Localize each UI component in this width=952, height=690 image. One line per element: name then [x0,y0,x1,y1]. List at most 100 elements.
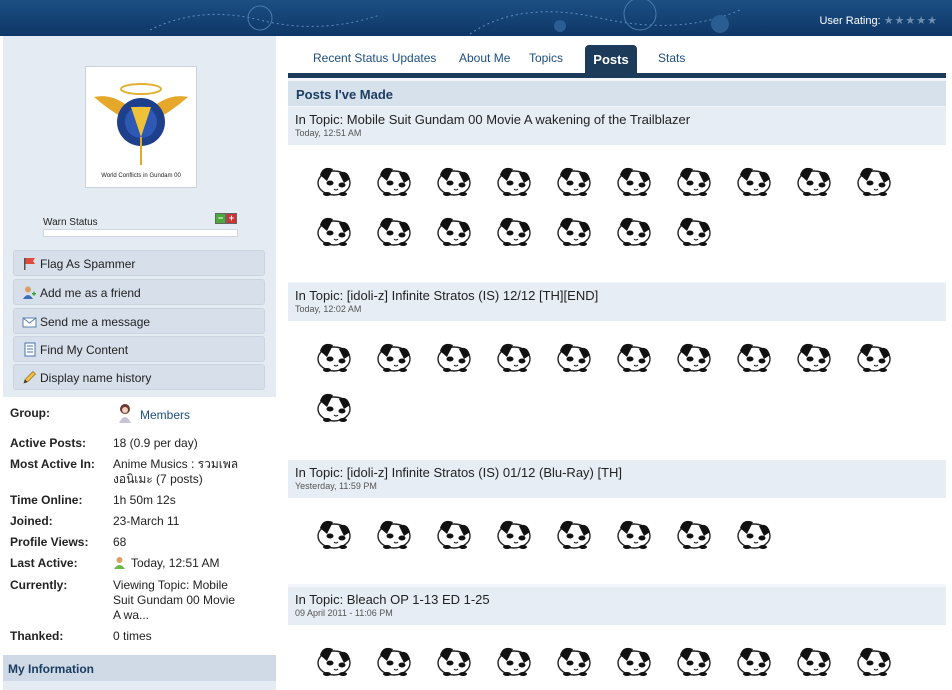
panda-emoticon-icon [553,514,593,552]
panda-emoticon-icon [493,641,533,679]
post-topic-link[interactable]: In Topic: Bleach OP 1-13 ED 1-25 [295,592,490,607]
add-friend-button[interactable]: Add me as a friend [13,279,265,305]
site-header: User Rating: ★★★★★ [0,0,952,36]
posts-panel: Posts I've Made In Topic: Mobile Suit Gu… [288,78,946,690]
post-date: Today, 12:02 AM [295,304,362,314]
tab-posts[interactable]: Posts [585,45,637,73]
panda-emoticon-icon [733,514,773,552]
panda-emoticon-icon [853,337,893,375]
panda-emoticon-icon [313,161,353,199]
panda-emoticon-icon [493,337,533,375]
panda-emoticon-icon [553,211,593,249]
panda-emoticon-icon [793,337,833,375]
tab-topics[interactable]: Topics [529,51,563,65]
post-date: Today, 12:51 AM [295,128,362,138]
panda-emoticon-icon [433,514,473,552]
panda-emoticon-icon [373,211,413,249]
avatar-caption: World Conflicts in Gundam 00 [101,173,181,179]
rating-stars-icon[interactable]: ★★★★★ [884,15,938,27]
info-value: 68 [113,535,127,549]
panda-emoticon-icon [313,337,353,375]
post-body [288,625,946,690]
warn-status-bar [43,229,238,237]
profile-sidebar: World Conflicts in Gundam 00 Warn Status… [3,36,276,690]
panda-emoticon-icon [493,211,533,249]
post-topic-link[interactable]: In Topic: [idoli-z] Infinite Stratos (IS… [295,465,622,480]
online-user-icon [114,557,125,569]
user-rating-label: User Rating: [819,15,881,27]
user-rating[interactable]: User Rating: ★★★★★ [819,14,938,27]
action-label: Flag As Spammer [40,257,136,271]
my-information-title: My Information [8,662,94,676]
panda-emoticon-icon [373,641,413,679]
info-value: 0 times [113,629,152,643]
post-topic-link[interactable]: In Topic: Mobile Suit Gundam 00 Movie A … [295,112,690,127]
post-header: In Topic: Bleach OP 1-13 ED 1-25 09 Apri… [288,587,946,625]
flag-icon [24,258,35,270]
flag-spammer-button[interactable]: Flag As Spammer [13,250,265,276]
last-active-value: Today, 12:51 AM [131,556,220,570]
panda-emoticon-icon [793,641,833,679]
currently-link[interactable]: Viewing Topic: Mobile Suit Gundam 00 Mov… [113,578,243,623]
panda-emoticon-icon [613,211,653,249]
panda-emoticon-icon [613,337,653,375]
info-key: Group: [10,406,50,420]
action-label: Find My Content [40,343,129,357]
panda-emoticon-icon [493,514,533,552]
post-date: Yesterday, 11:59 PM [295,481,377,491]
panda-emoticon-icon [553,161,593,199]
post-date: 09 April 2011 - 11:06 PM [295,608,393,618]
post-topic-link[interactable]: In Topic: [idoli-z] Infinite Stratos (IS… [295,288,598,303]
info-value: 23-March 11 [113,514,180,528]
tab-about-me[interactable]: About Me [459,51,510,65]
action-label: Display name history [40,371,152,385]
panda-emoticon-icon [313,514,353,552]
panda-emoticon-icon [613,641,653,679]
panda-emoticon-icon [673,641,713,679]
info-key: Time Online: [10,493,83,507]
panda-emoticon-icon [673,337,713,375]
panda-emoticon-icon [313,641,353,679]
action-label: Add me as a friend [40,286,141,300]
info-value: 1h 50m 12s [113,493,176,507]
profile-info: Group: Members Active Posts: 18 (0.9 per… [3,397,276,655]
info-key: Thanked: [10,629,64,643]
panda-emoticon-icon [613,161,653,199]
panda-emoticon-icon [733,337,773,375]
panda-emoticon-icon [373,161,413,199]
find-content-button[interactable]: Find My Content [13,336,265,362]
panda-emoticon-icon [613,514,653,552]
tab-stats[interactable]: Stats [658,51,685,65]
panda-emoticon-icon [493,161,533,199]
panda-emoticon-icon [673,211,713,249]
add-friend-icon [23,286,36,299]
info-key: Last Active: [10,556,78,570]
panda-emoticon-icon [313,211,353,249]
post-body [288,321,946,461]
panda-emoticon-icon [433,641,473,679]
panda-emoticon-icon [313,387,353,425]
warn-decrease-button[interactable]: − [215,213,226,224]
panda-emoticon-icon [553,337,593,375]
post-header: In Topic: [idoli-z] Infinite Stratos (IS… [288,283,946,321]
avatar: World Conflicts in Gundam 00 [85,66,197,188]
panda-emoticon-icon [673,514,713,552]
panda-emoticon-icon [373,514,413,552]
panda-emoticon-icon [733,161,773,199]
most-active-link[interactable]: Anime Musics : รวมเพลงอนิเมะ (7 posts) [113,457,243,487]
posts-panel-title: Posts I've Made [296,87,394,102]
group-link[interactable]: Members [140,408,190,423]
post-body [288,498,946,584]
header-decoration [149,0,741,35]
action-label: Send me a message [40,315,151,329]
info-value: 18 (0.9 per day) [113,436,198,450]
info-key: Currently: [10,578,68,592]
warn-increase-button[interactable]: + [226,213,237,224]
document-icon [24,342,36,357]
celestial-being-logo-icon [94,83,188,165]
my-information-header: My Information [3,655,276,681]
info-key: Profile Views: [10,535,89,549]
send-message-button[interactable]: Send me a message [13,308,265,334]
name-history-button[interactable]: Display name history [13,364,265,390]
tab-recent-status[interactable]: Recent Status Updates [313,51,436,65]
